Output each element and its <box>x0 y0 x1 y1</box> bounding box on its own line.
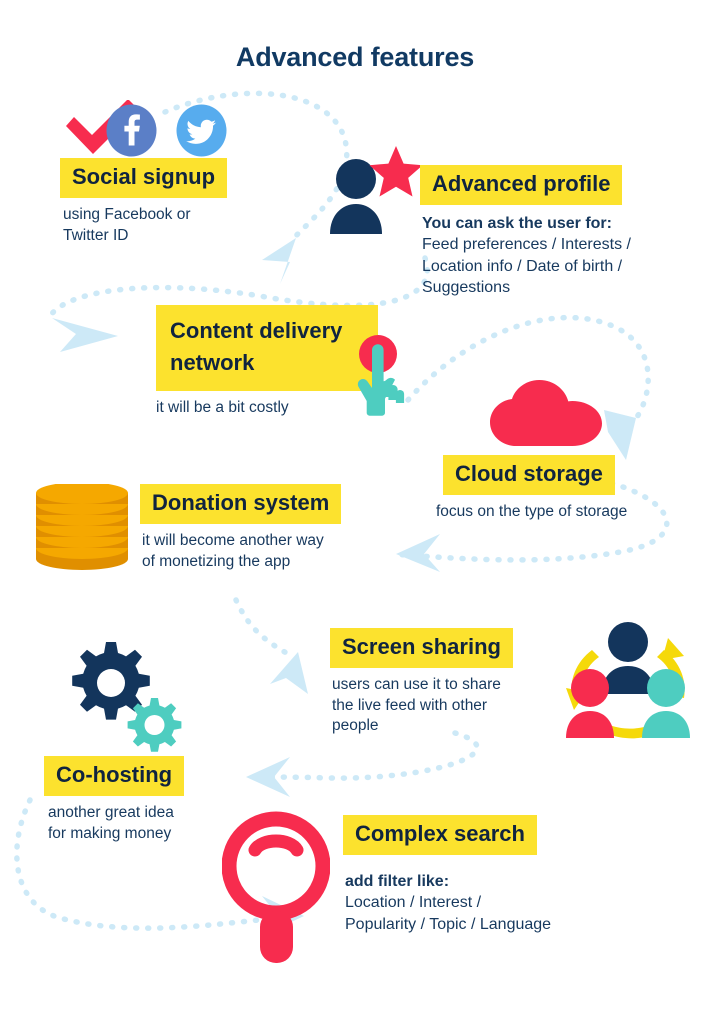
gears-icon <box>72 642 182 752</box>
complex-search-desc: add filter like: Location / Interest / P… <box>345 871 625 935</box>
advanced-profile-label-box: Advanced profile <box>420 165 672 206</box>
cloud-storage-label-box: Cloud storage <box>443 455 686 496</box>
social-signup-desc-line1: using Facebook or <box>63 206 191 224</box>
arrowhead-to-donation <box>396 534 440 572</box>
screen-sharing-label-box: Screen sharing <box>330 628 542 669</box>
donation-system-label: Donation system <box>140 484 342 525</box>
screen-sharing-desc-line3: people <box>332 717 379 735</box>
screen-sharing-label: Screen sharing <box>330 628 513 669</box>
advanced-profile-desc: You can ask the user for: Feed preferenc… <box>422 213 672 298</box>
arrowhead-to-cdn <box>52 318 118 352</box>
donation-system-label-box: Donation system <box>140 484 392 525</box>
complex-search-label-box: Complex search <box>343 815 625 856</box>
co-hosting-label: Co-hosting <box>44 756 185 797</box>
social-signup-desc-line2: Twitter ID <box>63 226 129 244</box>
advanced-profile-lead: You can ask the user for: <box>422 215 612 233</box>
cdn-label-line2: network <box>170 349 255 375</box>
screen-sharing-desc-line1: users can use it to share <box>332 676 501 694</box>
facebook-icon[interactable] <box>105 104 158 157</box>
flow-screen-to-cohosting <box>247 730 480 781</box>
advanced-profile-line2: Location info / Date of birth / <box>422 257 623 275</box>
cloud-storage-desc: focus on the type of storage <box>436 503 628 521</box>
co-hosting-label-box: Co-hosting <box>44 756 268 797</box>
advanced-profile-label: Advanced profile <box>420 165 623 206</box>
feature-cloud-storage: Cloud storage focus on the type of stora… <box>436 455 686 523</box>
arrowhead-to-screen <box>270 652 308 694</box>
social-signup-icons <box>60 98 290 158</box>
cdn-label-line1: Content delivery <box>170 318 343 343</box>
donation-system-desc-line2: of monetizing the app <box>142 552 291 570</box>
feature-content-delivery-network: Content delivery network it will be a bi… <box>156 305 378 418</box>
complex-search-label: Complex search <box>343 815 537 856</box>
feature-complex-search: Complex search add filter like: Location… <box>343 815 625 935</box>
social-signup-label: Social signup <box>60 158 228 199</box>
social-signup-label-box: Social signup <box>60 158 290 199</box>
complex-search-line2: Popularity / Topic / Language <box>345 915 552 933</box>
feature-social-signup: Social signup using Facebook or Twitter … <box>60 98 290 246</box>
twitter-icon[interactable] <box>175 104 228 157</box>
coin-stack-icon <box>36 484 128 570</box>
feature-donation-system: Donation system it will become another w… <box>140 484 392 572</box>
feature-screen-sharing: Screen sharing users can use it to share… <box>330 628 542 737</box>
donation-system-desc-line1: it will become another way <box>142 532 324 550</box>
cdn-label-box: Content delivery network <box>156 305 378 391</box>
screen-sharing-desc-line2: the live feed with other <box>332 696 488 714</box>
cloud-icon <box>490 380 602 446</box>
feature-advanced-profile: Advanced profile You can ask the user fo… <box>420 165 672 298</box>
screen-sharing-desc: users can use it to share the live feed … <box>332 675 542 736</box>
advanced-profile-line1: Feed preferences / Interests / <box>422 236 631 254</box>
flow-donation-to-screen <box>233 597 295 659</box>
cloud-storage-label: Cloud storage <box>443 455 615 496</box>
star-icon <box>369 146 423 197</box>
magnifier-icon <box>222 811 330 963</box>
complex-search-lead: add filter like: <box>345 873 450 891</box>
people-sharing-icon <box>566 622 690 739</box>
cdn-desc: it will be a bit costly <box>156 398 289 416</box>
complex-search-line1: Location / Interest / <box>345 894 482 912</box>
tap-hand-icon <box>357 335 405 416</box>
page-title: Advanced features <box>235 42 475 72</box>
arrowhead-to-cloud <box>604 410 636 460</box>
donation-system-desc: it will become another way of monetizing… <box>142 531 392 572</box>
infographic-canvas: Advanced features Social signup using Fa… <box>0 0 710 1024</box>
social-signup-desc: using Facebook or Twitter ID <box>63 205 263 246</box>
advanced-profile-line3: Suggestions <box>422 278 511 296</box>
